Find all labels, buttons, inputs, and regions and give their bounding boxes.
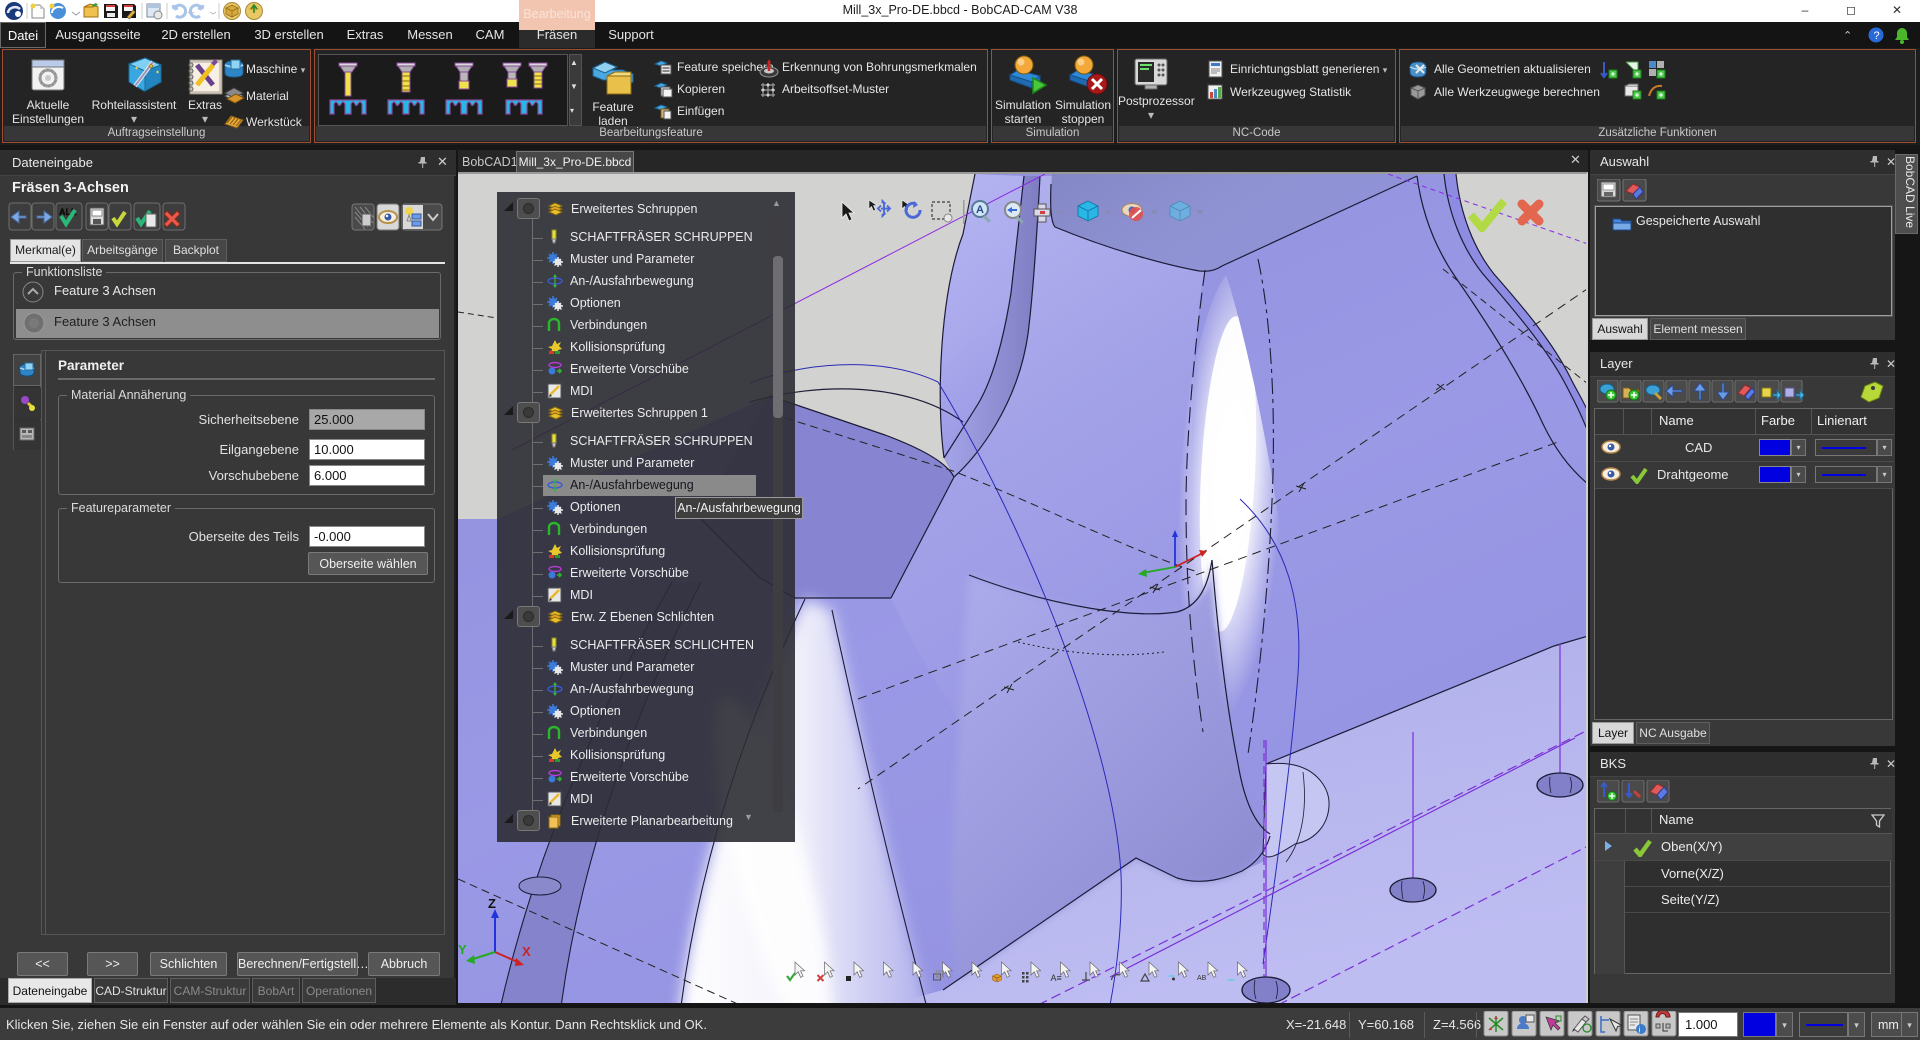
svg-text:A: A (976, 204, 984, 216)
svg-text:A≡: A≡ (1051, 973, 1062, 983)
svg-text:AB: AB (1197, 975, 1207, 982)
svg-text:i: i (1639, 1026, 1641, 1035)
svg-text:X: X (522, 944, 531, 959)
svg-text:Y: Y (458, 942, 467, 957)
svg-text:Z: Z (488, 896, 496, 911)
svg-text:?: ? (1874, 30, 1880, 42)
